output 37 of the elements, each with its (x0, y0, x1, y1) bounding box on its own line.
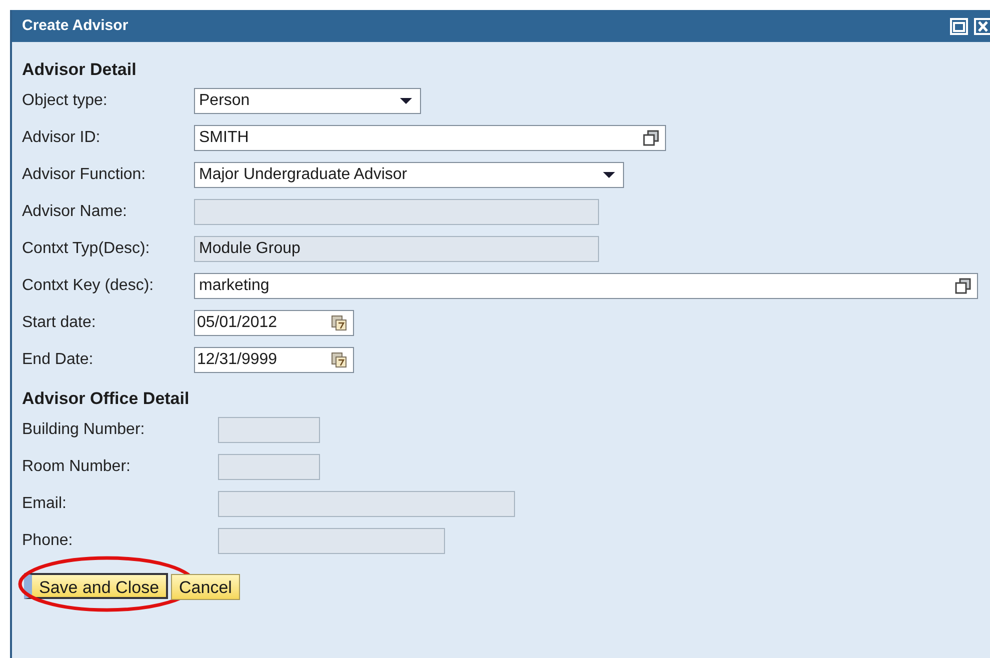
dropdown-field[interactable]: Person (194, 88, 421, 114)
field-label: Object type: (21, 90, 108, 110)
field-label: Phone: (21, 530, 74, 550)
readonly-field[interactable] (218, 490, 515, 516)
field-label: End Date: (21, 350, 94, 370)
dropdown-arrow-icon (400, 98, 412, 104)
readonly-field[interactable] (194, 198, 599, 224)
input-field[interactable]: marketing (194, 272, 978, 298)
input-field[interactable]: SMITH (194, 124, 666, 150)
window-title: Create Advisor (22, 16, 128, 36)
field-label: Contxt Key (desc): (21, 276, 155, 296)
calendar-icon[interactable] (331, 352, 347, 368)
calendar-icon[interactable] (331, 314, 347, 330)
cancel-button[interactable]: Cancel (171, 574, 240, 600)
readonly-field[interactable] (218, 416, 320, 442)
value-help-icon[interactable] (955, 278, 971, 294)
date-field[interactable]: 05/01/2012 (194, 310, 354, 336)
value-help-icon[interactable] (643, 130, 659, 146)
field-label: Contxt Typ(Desc): (21, 238, 151, 258)
close-icon[interactable] (974, 18, 990, 35)
section-heading: Advisor Office Detail (22, 388, 190, 410)
dropdown-arrow-icon (603, 172, 615, 178)
field-label: Email: (21, 494, 68, 514)
field-label: Room Number: (21, 456, 132, 476)
date-field[interactable]: 12/31/9999 (194, 346, 354, 372)
readonly-field[interactable]: Module Group (194, 236, 599, 262)
readonly-field[interactable] (218, 454, 320, 480)
save-button[interactable]: Save and Close (24, 573, 168, 599)
field-label: Building Number: (21, 420, 146, 440)
field-label: Advisor Name: (21, 202, 128, 222)
section-heading: Advisor Detail (22, 59, 136, 82)
field-label: Advisor Function: (21, 164, 147, 184)
field-label: Advisor ID: (21, 128, 102, 148)
field-label: Start date: (21, 312, 97, 332)
dropdown-field[interactable]: Major Undergraduate Advisor (194, 162, 624, 188)
maximize-icon[interactable] (950, 18, 968, 35)
readonly-field[interactable] (218, 528, 445, 554)
